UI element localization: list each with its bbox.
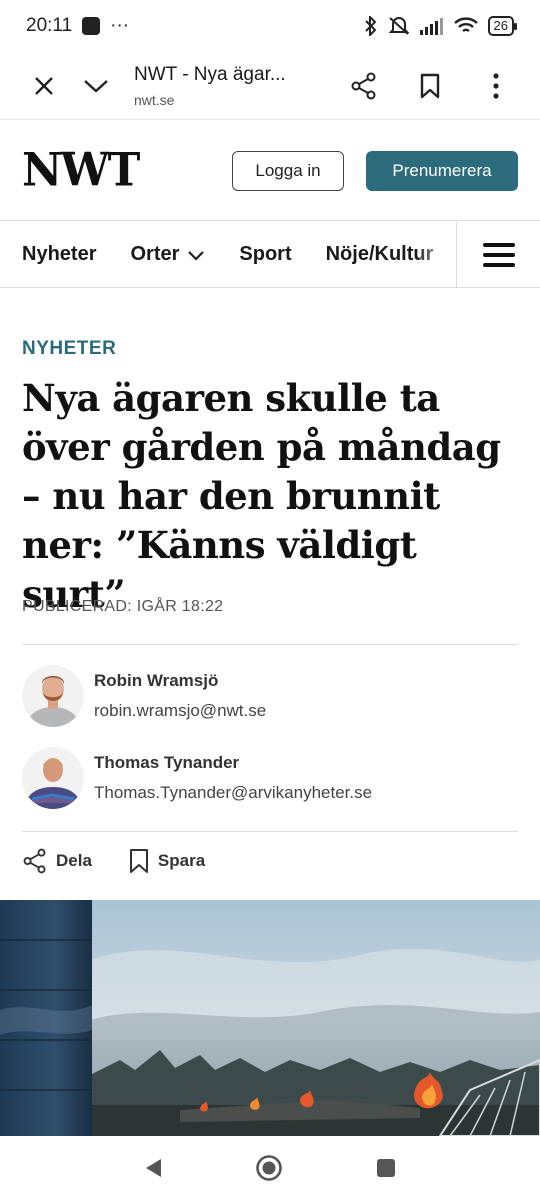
author-email[interactable]: robin.wramsjo@nwt.se [94, 701, 266, 721]
menu-button[interactable] [456, 222, 540, 287]
nav-item-label: Orter [130, 243, 180, 265]
article-headline: Nya ägaren skulle ta över gården på månd… [22, 376, 501, 616]
publish-date: PUBLICERAD: IGÅR 18:22 [22, 598, 224, 615]
close-icon [35, 76, 53, 95]
bookmark-icon [129, 849, 148, 873]
save-label: Spara [157, 851, 206, 870]
author-name: Thomas Tynander [94, 753, 240, 772]
avatar [22, 665, 84, 727]
status-bar: 20:11 ··· 26 [0, 0, 540, 52]
battery-icon: 26 [487, 16, 518, 36]
share-button[interactable]: Dela [22, 848, 92, 874]
author-email[interactable]: Thomas.Tynander@arvikanyheter.se [94, 783, 372, 803]
chevron-down-icon [188, 250, 205, 261]
author-byline[interactable]: Robin Wramsjö robin.wramsjo@nwt.se [22, 665, 266, 727]
subscribe-button[interactable]: Prenumerera [366, 150, 518, 191]
page-domain: nwt.se [134, 91, 175, 108]
author-byline[interactable]: Thomas Tynander Thomas.Tynander@arvikany… [22, 747, 372, 809]
share-label: Dela [56, 851, 92, 870]
article-actions: Dela Spara [22, 848, 205, 874]
back-icon[interactable] [143, 1157, 163, 1179]
share-icon [351, 72, 376, 99]
notification-icon [82, 17, 101, 35]
chevron-down-icon [84, 79, 108, 93]
nav-item-sport[interactable]: Sport [239, 243, 291, 266]
avatar [22, 747, 84, 809]
bookmark-page-button[interactable] [404, 60, 456, 112]
login-button[interactable]: Logga in [232, 150, 344, 191]
nav-fade [416, 222, 456, 287]
home-icon[interactable] [255, 1154, 283, 1182]
wifi-icon [453, 17, 478, 33]
nav-item-label: Nyheter [22, 243, 97, 265]
article-hero-image [0, 900, 540, 1136]
browser-toolbar: NWT - Nya ägar... nwt.se [0, 52, 540, 120]
divider [22, 644, 518, 645]
save-button[interactable]: Spara [128, 848, 205, 874]
bluetooth-icon [364, 16, 376, 36]
main-nav: Nyheter Orter Sport Nöje/Kultur [0, 222, 540, 288]
more-vert-icon [493, 72, 499, 99]
hamburger-icon [482, 237, 515, 273]
share-icon [23, 848, 46, 874]
close-tab-button[interactable] [18, 60, 70, 112]
page-title: NWT - Nya ägar... [134, 63, 286, 85]
divider [22, 831, 518, 832]
author-name: Robin Wramsjö [94, 671, 219, 690]
silent-icon [388, 17, 409, 35]
nav-item-orter[interactable]: Orter [130, 243, 205, 266]
bookmark-icon [420, 73, 440, 98]
expand-toolbar-button[interactable] [70, 60, 122, 112]
system-navigation-bar [0, 1136, 540, 1200]
site-header: NWT Logga in Prenumerera [0, 121, 540, 221]
recents-icon[interactable] [375, 1157, 397, 1179]
status-time: 20:11 [26, 15, 73, 36]
site-logo[interactable]: NWT [22, 144, 140, 198]
browser-menu-button[interactable] [470, 60, 522, 112]
more-notifications-icon: ··· [110, 15, 130, 36]
nav-item-nyheter[interactable]: Nyheter [22, 243, 96, 266]
signal-icon [419, 18, 443, 35]
share-page-button[interactable] [338, 60, 390, 112]
nav-item-label: Sport [239, 243, 292, 265]
url-display[interactable]: NWT - Nya ägar... nwt.se [122, 64, 338, 108]
article-category[interactable]: NYHETER [22, 338, 116, 360]
